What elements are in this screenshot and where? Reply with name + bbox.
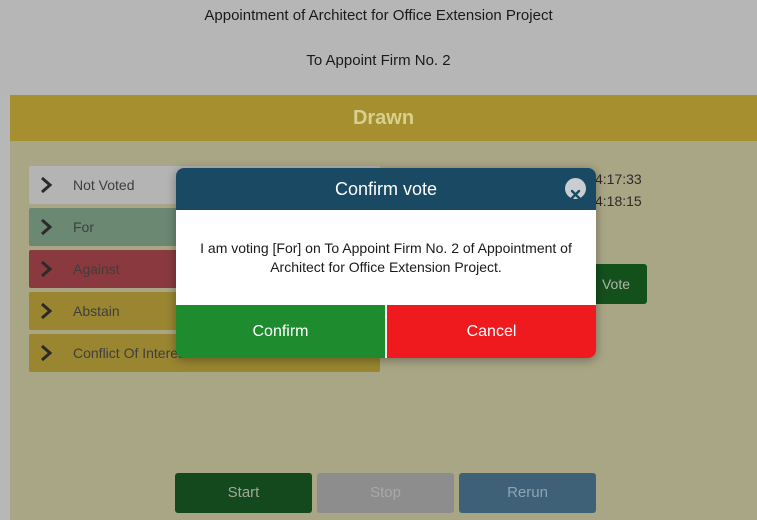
vote-item-label: Against bbox=[73, 261, 120, 277]
vote-times: 4:17:33 4:18:15 bbox=[595, 168, 642, 212]
start-button[interactable]: Start bbox=[175, 473, 312, 513]
chevron-right-icon bbox=[41, 176, 53, 194]
end-time: 4:18:15 bbox=[595, 193, 642, 209]
header: Appointment of Architect for Office Exte… bbox=[0, 0, 757, 95]
start-time: 4:17:33 bbox=[595, 171, 642, 187]
confirm-vote-dialog: Confirm vote I am voting [For] on To App… bbox=[176, 168, 596, 358]
chevron-right-icon bbox=[41, 260, 53, 278]
confirm-button[interactable]: Confirm bbox=[176, 305, 385, 358]
close-icon[interactable] bbox=[565, 178, 586, 200]
close-icon-glyph bbox=[570, 189, 581, 200]
chevron-right-icon bbox=[41, 344, 53, 362]
dialog-title: Confirm vote bbox=[334, 179, 438, 199]
cancel-button[interactable]: Cancel bbox=[387, 305, 596, 358]
meeting-title: Appointment of Architect for Office Exte… bbox=[204, 7, 553, 24]
rerun-button[interactable]: Rerun bbox=[459, 473, 596, 513]
status-bar: Drawn bbox=[10, 95, 757, 141]
chevron-right-icon bbox=[41, 302, 53, 320]
dialog-header: Confirm vote bbox=[176, 168, 596, 210]
vote-item-label: Abstain bbox=[73, 303, 120, 319]
stop-button[interactable]: Stop bbox=[317, 473, 454, 513]
vote-item-label: For bbox=[73, 219, 94, 235]
chevron-right-icon bbox=[41, 218, 53, 236]
dialog-message: I am voting [For] on To Appoint Firm No.… bbox=[176, 210, 596, 305]
vote-item-label: Not Voted bbox=[73, 177, 135, 193]
item-title: To Appoint Firm No. 2 bbox=[306, 52, 451, 69]
